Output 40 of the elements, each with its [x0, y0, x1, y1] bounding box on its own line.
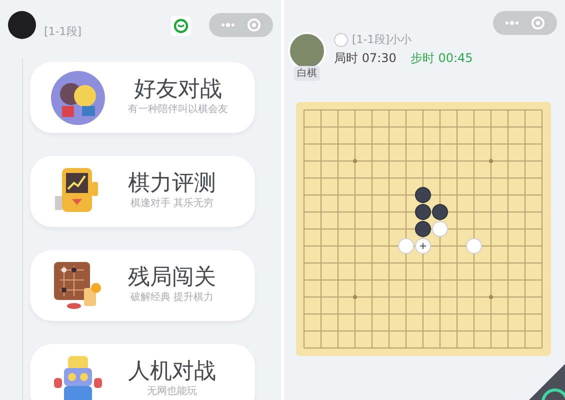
- side-label: 白棋: [294, 66, 320, 81]
- go-stone: [415, 204, 431, 220]
- avatar[interactable]: [8, 11, 36, 39]
- star-point: [353, 159, 357, 163]
- close-icon[interactable]: [531, 16, 545, 30]
- go-stone: [415, 187, 431, 203]
- mode-card[interactable]: 人机对战 无网也能玩: [30, 344, 255, 400]
- menu-capsule[interactable]: [493, 11, 557, 35]
- mode-subtitle: 无网也能玩: [147, 384, 197, 400]
- go-stone: [415, 238, 431, 254]
- mode-title: 好友对战: [134, 78, 222, 102]
- go-stone: [466, 238, 482, 254]
- cartoon-friends-icon: [50, 70, 106, 126]
- star-point: [489, 159, 493, 163]
- rank-label: [1-1段]: [44, 24, 82, 40]
- mode-card[interactable]: 棋力评测 棋逢对手 其乐无穷: [30, 156, 255, 227]
- star-point: [489, 295, 493, 299]
- more-icon[interactable]: [505, 21, 519, 25]
- mode-card[interactable]: 残局闯关 破解经典 提升棋力: [30, 250, 255, 321]
- chat-icon[interactable]: [171, 16, 191, 36]
- mode-title: 人机对战: [128, 360, 216, 384]
- go-stone-icon: [334, 33, 348, 48]
- player-name: [1-1段]小小: [352, 32, 412, 48]
- corner-decoration-drawing: [529, 364, 565, 400]
- mode-card[interactable]: 好友对战 有一种陪伴叫以棋会友: [30, 62, 255, 133]
- game-timer: 局时 07:30: [334, 50, 396, 66]
- mode-title: 棋力评测: [128, 172, 216, 196]
- mode-subtitle: 破解经典 提升棋力: [130, 290, 214, 306]
- go-stone: [432, 221, 448, 237]
- mode-title: 残局闯关: [128, 266, 216, 290]
- go-stone: [415, 221, 431, 237]
- go-stone: [398, 238, 414, 254]
- menu-capsule[interactable]: [209, 13, 273, 37]
- mode-subtitle: 有一种陪伴叫以棋会友: [128, 102, 228, 118]
- go-stone: [432, 204, 448, 220]
- move-timer: 步时 00:45: [410, 50, 473, 66]
- more-icon[interactable]: [221, 23, 235, 27]
- close-icon[interactable]: [247, 18, 261, 32]
- mode-subtitle: 棋逢对手 其乐无穷: [130, 196, 214, 212]
- star-point: [353, 295, 357, 299]
